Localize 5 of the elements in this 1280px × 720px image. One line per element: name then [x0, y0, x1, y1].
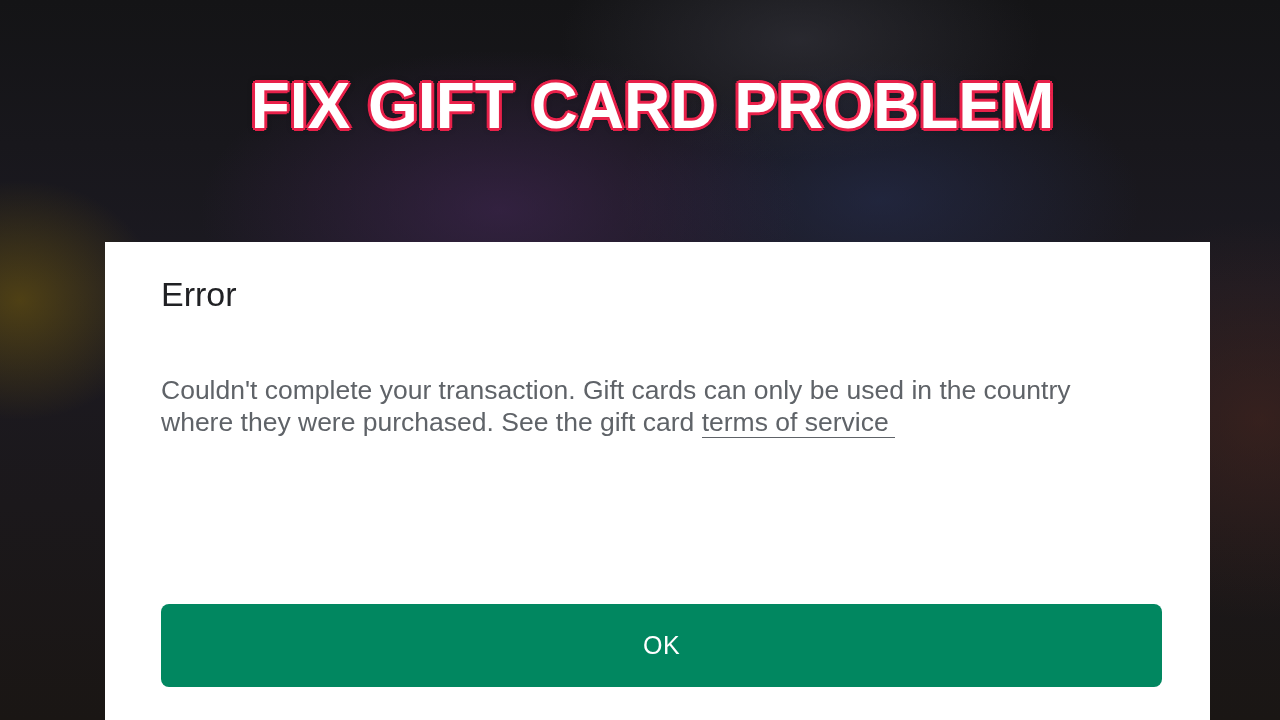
- banner-title: FIX GIFT CARD PROBLEM: [250, 69, 1055, 144]
- terms-link[interactable]: terms of service: [701, 407, 895, 438]
- error-message: Couldn't complete your transaction. Gift cards can only be used in the country where they were purchased. See the gift card terms of service: [161, 374, 1072, 438]
- dialog-title: Error: [161, 274, 237, 314]
- ok-button[interactable]: OK: [161, 604, 1162, 687]
